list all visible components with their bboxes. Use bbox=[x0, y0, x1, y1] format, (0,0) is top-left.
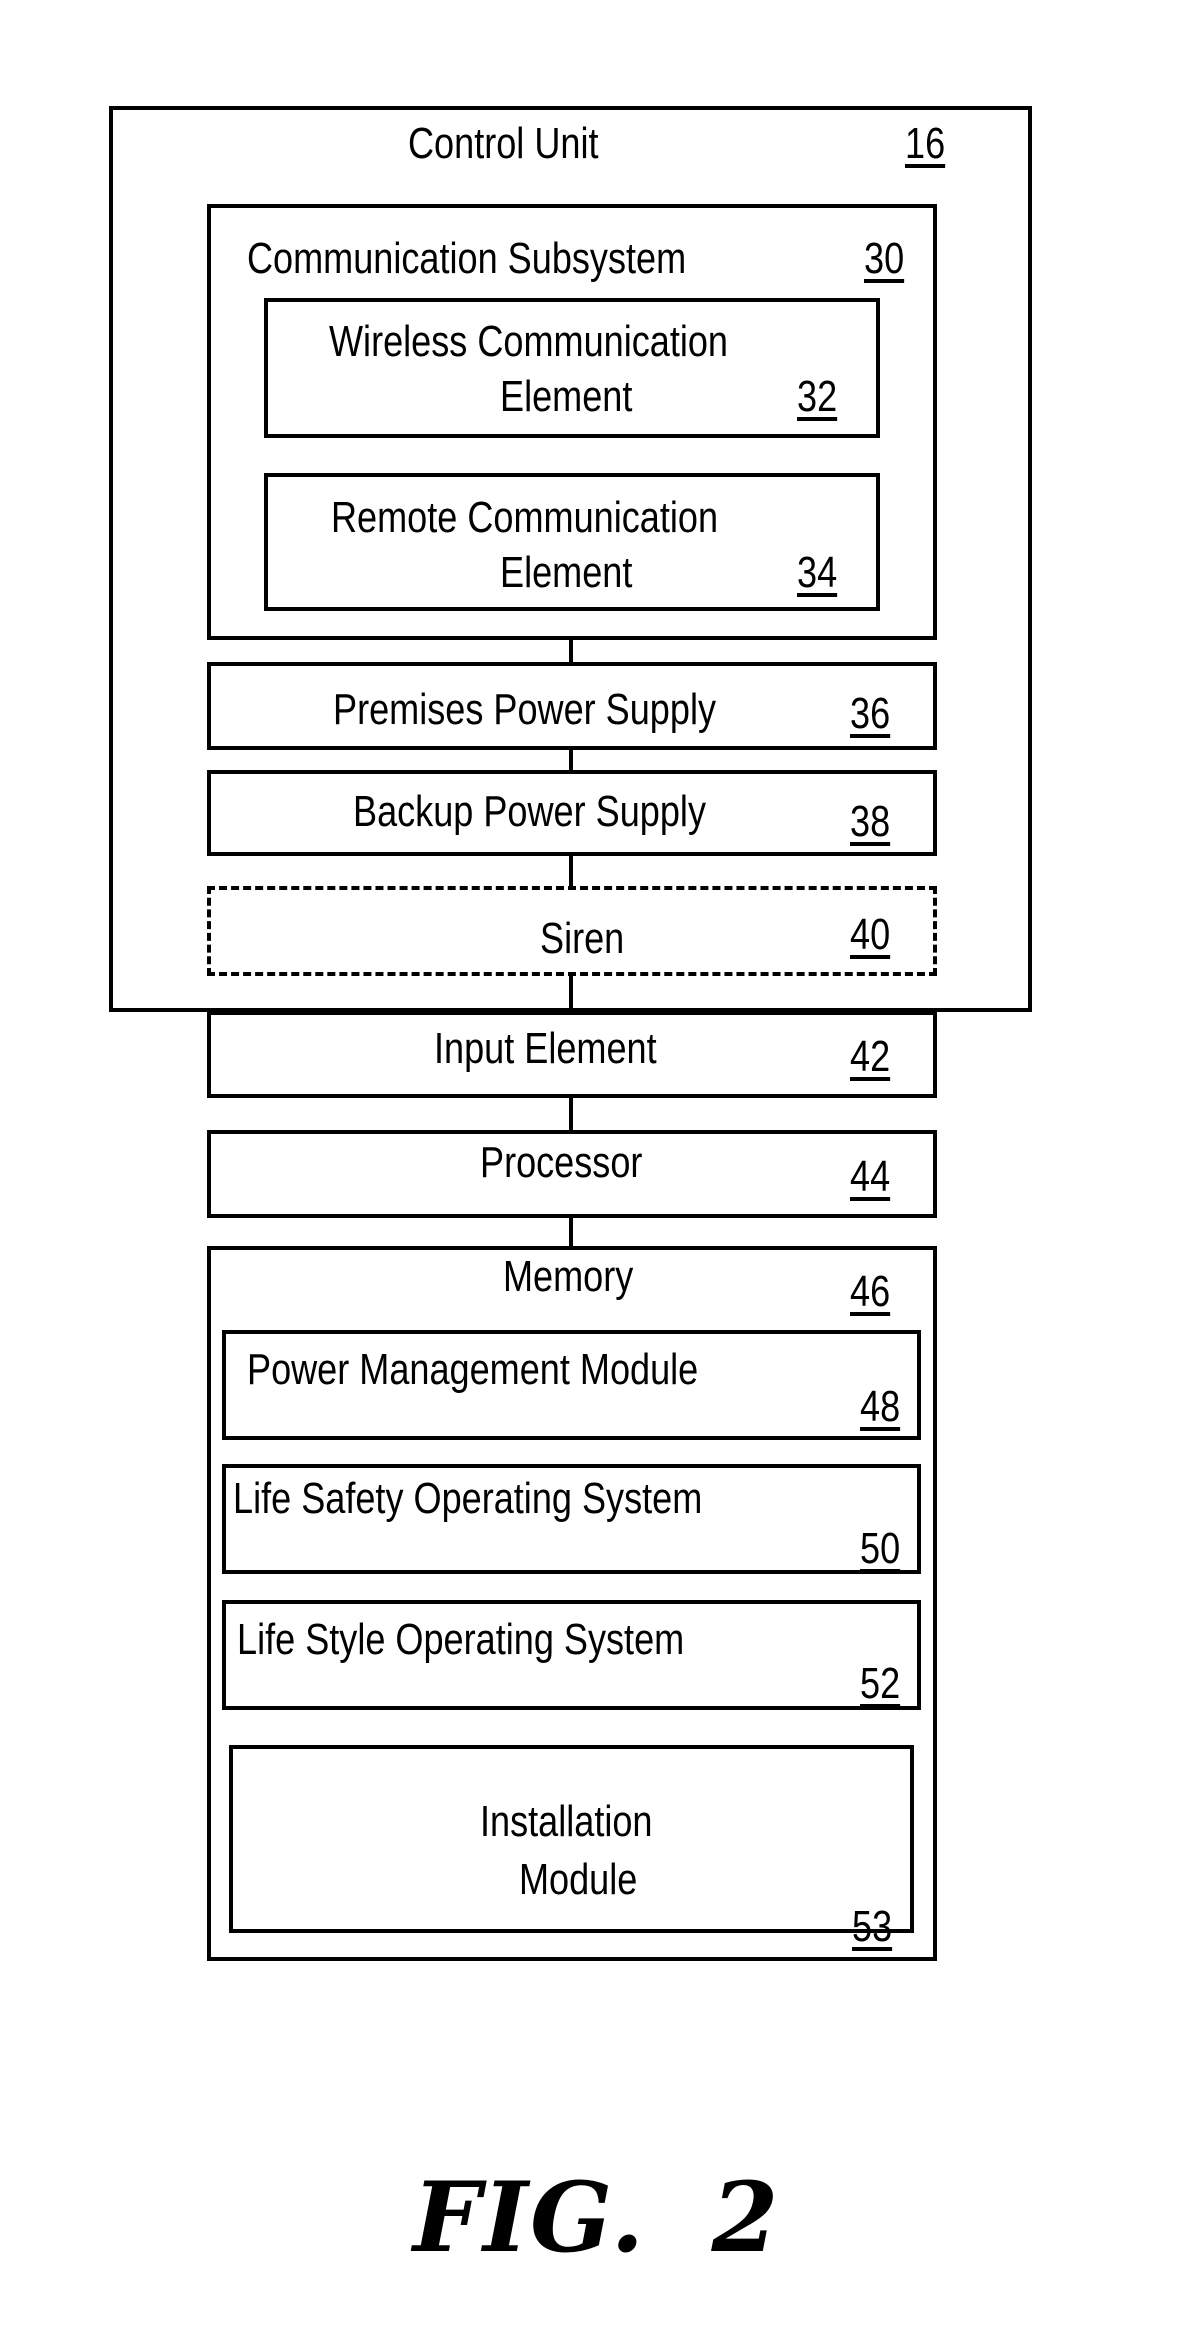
siren-ref: 40 bbox=[850, 910, 891, 959]
connector-line bbox=[569, 854, 573, 888]
life-style-operating-system-ref: 52 bbox=[860, 1659, 901, 1708]
input-element-ref: 42 bbox=[850, 1032, 891, 1081]
connector-line bbox=[569, 974, 573, 1013]
wireless-line1: Wireless Communication bbox=[329, 317, 728, 366]
siren-label: Siren bbox=[540, 914, 625, 963]
input-element-label: Input Element bbox=[434, 1024, 657, 1073]
connector-line bbox=[569, 1096, 573, 1132]
backup-power-supply-ref: 38 bbox=[850, 797, 891, 846]
remote-line2: Element bbox=[500, 548, 633, 597]
connector-line bbox=[569, 748, 573, 772]
figure-caption: FIG. 2 bbox=[413, 2161, 781, 2274]
processor-ref: 44 bbox=[850, 1152, 891, 1201]
connector-line bbox=[569, 1216, 573, 1248]
power-management-module-label: Power Management Module bbox=[247, 1345, 699, 1394]
backup-power-supply-label: Backup Power Supply bbox=[353, 787, 706, 836]
processor-label: Processor bbox=[480, 1138, 643, 1187]
communication-subsystem-label: Communication Subsystem bbox=[247, 234, 687, 283]
life-safety-operating-system-ref: 50 bbox=[860, 1524, 901, 1573]
communication-subsystem-ref: 30 bbox=[864, 234, 905, 283]
life-style-operating-system-label: Life Style Operating System bbox=[237, 1615, 685, 1664]
power-management-module-ref: 48 bbox=[860, 1382, 901, 1431]
wireless-ref: 32 bbox=[797, 372, 838, 421]
connector-line bbox=[569, 638, 573, 664]
memory-ref: 46 bbox=[850, 1267, 891, 1316]
premises-power-supply-label: Premises Power Supply bbox=[333, 685, 717, 734]
installation-module-ref: 53 bbox=[852, 1902, 893, 1951]
installation-module-line1: Installation bbox=[480, 1797, 653, 1846]
wireless-line2: Element bbox=[500, 372, 633, 421]
installation-module-line2: Module bbox=[519, 1855, 638, 1904]
control-unit-ref: 16 bbox=[905, 119, 946, 168]
control-unit-label: Control Unit bbox=[408, 119, 599, 168]
life-safety-operating-system-label: Life Safety Operating System bbox=[233, 1474, 703, 1523]
premises-power-supply-ref: 36 bbox=[850, 689, 891, 738]
remote-line1: Remote Communication bbox=[331, 493, 719, 542]
remote-ref: 34 bbox=[797, 548, 838, 597]
memory-label: Memory bbox=[503, 1252, 634, 1301]
